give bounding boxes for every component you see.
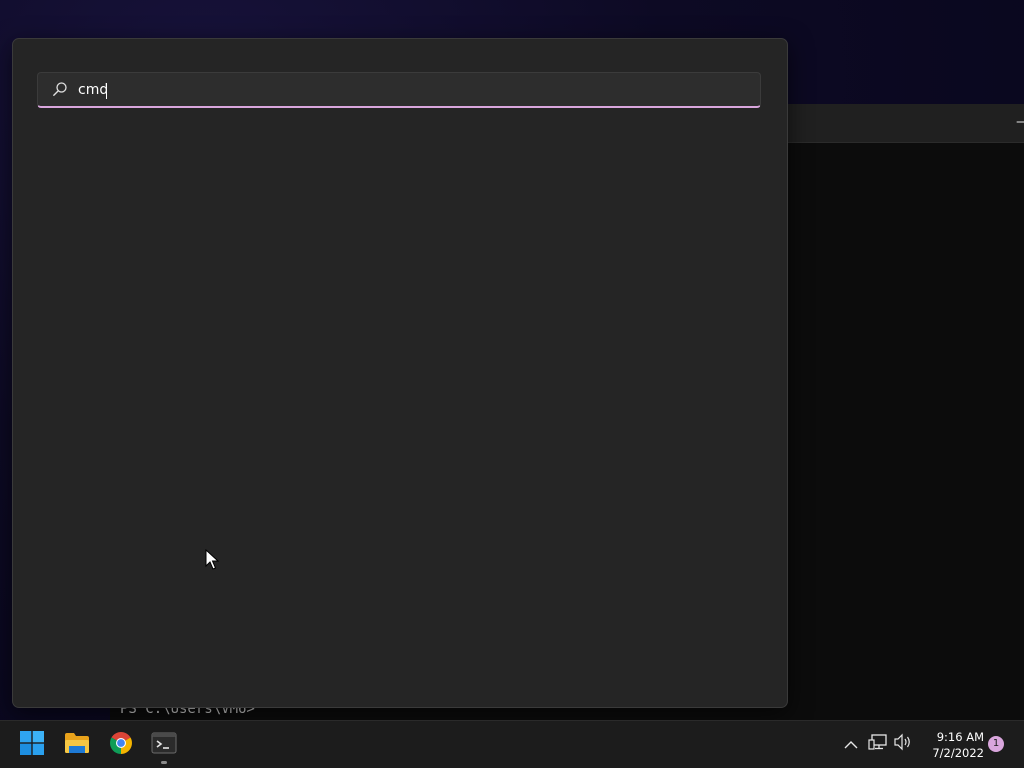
mouse-cursor-icon	[205, 548, 220, 571]
search-box[interactable]	[37, 72, 761, 108]
taskbar-chrome[interactable]	[101, 725, 141, 765]
show-hidden-icons-button[interactable]	[840, 733, 862, 755]
search-flyout	[12, 38, 788, 708]
terminal-icon	[151, 732, 177, 758]
chevron-up-icon	[844, 735, 858, 754]
chrome-icon	[109, 731, 133, 759]
taskbar-terminal[interactable]	[144, 725, 184, 765]
network-icon	[868, 733, 888, 755]
windows-logo-icon	[20, 731, 44, 759]
text-caret	[106, 83, 107, 99]
running-indicator	[161, 761, 167, 764]
clock-time: 9:16 AM	[936, 730, 984, 744]
clock[interactable]: 9:16 AM 7/2/2022	[920, 729, 984, 761]
folder-icon	[64, 732, 90, 758]
network-button[interactable]	[867, 733, 889, 755]
taskbar-file-explorer[interactable]	[57, 725, 97, 765]
volume-icon	[893, 733, 913, 755]
taskbar: 9:16 AM 7/2/2022 1	[0, 720, 1024, 768]
clock-date: 7/2/2022	[932, 746, 984, 760]
search-icon	[52, 81, 68, 97]
volume-button[interactable]	[892, 733, 914, 755]
search-input[interactable]	[78, 78, 738, 102]
notification-badge[interactable]: 1	[988, 736, 1004, 752]
minimize-button[interactable]: —	[1016, 114, 1024, 130]
start-button[interactable]	[12, 725, 52, 765]
